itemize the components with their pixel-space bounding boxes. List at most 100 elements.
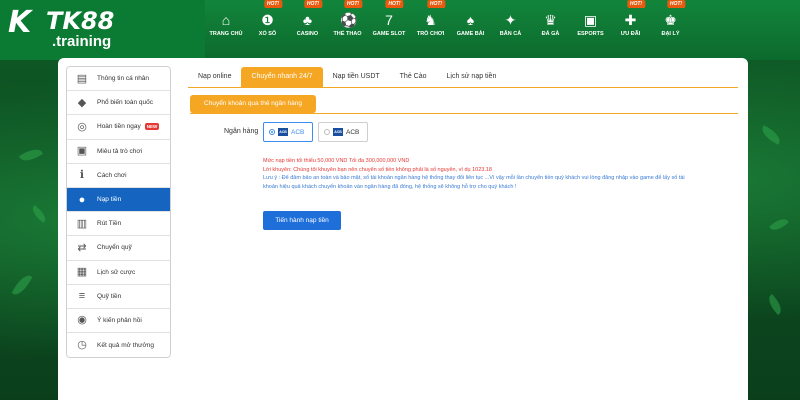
nav-item-label: GAME SLOT bbox=[372, 31, 406, 37]
chat-icon: ◉ bbox=[77, 314, 87, 327]
nav-item-label: BẮN CÁ bbox=[499, 31, 522, 37]
sub-tab-divider bbox=[190, 113, 738, 114]
info-icon: ℹ bbox=[79, 169, 85, 182]
nav-item[interactable]: ⌂ TRANG CHỦ bbox=[205, 0, 247, 60]
nav-item[interactable]: HOT! ✚ ƯU ĐÃI bbox=[611, 0, 650, 60]
sidebar-item-label: Chuyển quỹ bbox=[97, 244, 132, 252]
chess-icon: ♞ bbox=[424, 12, 437, 28]
radio-button[interactable] bbox=[269, 129, 275, 135]
logo-subtitle: .training bbox=[52, 33, 112, 50]
clock-icon: ◷ bbox=[77, 339, 87, 352]
bank-name: ACB bbox=[291, 128, 305, 136]
nav-item[interactable]: HOT! ♞ TRÒ CHƠI bbox=[411, 0, 450, 60]
sidebar: ▤ Thông tin cá nhân ◆ Phổ biến toàn quốc ◎ Ho… bbox=[58, 58, 178, 400]
coins-icon: ≡ bbox=[78, 290, 86, 303]
nav-item[interactable]: ♛ ĐÁ GÀ bbox=[531, 0, 570, 60]
bank-logo: ACB bbox=[333, 128, 343, 136]
sidebar-item[interactable]: ◉ Ý kiến phản hồi bbox=[67, 308, 170, 334]
nav-item-label: TRANG CHỦ bbox=[209, 31, 243, 37]
sidebar-item[interactable]: ◆ Phổ biến toàn quốc bbox=[67, 91, 170, 116]
sidebar-item[interactable]: ▥ Rút Tiền bbox=[67, 212, 170, 237]
sidebar-item-label: Rút Tiền bbox=[97, 220, 122, 228]
sidebar-item[interactable]: ● Nạp tiền bbox=[67, 187, 170, 213]
sidebar-item-label: Nạp tiền bbox=[97, 196, 122, 204]
leaf-decoration bbox=[769, 215, 789, 234]
cards-icon: ♠ bbox=[466, 12, 475, 28]
sidebar-item[interactable]: ⇄ Chuyển quỹ bbox=[67, 236, 170, 261]
top-header: K TK88 .training ⌂ TRANG CHỦ HOT! ❶ XỔ SỐ HOT… bbox=[0, 0, 800, 60]
sidebar-item-label: Phổ biến toàn quốc bbox=[97, 99, 154, 107]
bank-name: ACB bbox=[346, 128, 360, 136]
nav-item[interactable]: HOT! ♣ CASINO bbox=[288, 0, 327, 60]
casino-icon: ♣ bbox=[302, 12, 313, 28]
nav-item[interactable]: ✦ BẮN CÁ bbox=[491, 0, 530, 60]
sidebar-item-label: Quỹ tiền bbox=[97, 292, 122, 300]
new-badge: NEW bbox=[144, 123, 160, 131]
nav-item[interactable]: ▣ ESPORTS bbox=[571, 0, 610, 60]
home-icon: ⌂ bbox=[221, 12, 231, 28]
withdraw-icon: ▥ bbox=[76, 217, 88, 230]
sidebar-item[interactable]: ◷ Kết quả mở thưởng bbox=[67, 333, 170, 358]
leaf-decoration bbox=[758, 125, 784, 145]
leaf-decoration bbox=[11, 272, 33, 298]
nav-item-label: ĐẠI LÝ bbox=[661, 31, 680, 37]
hot-badge: HOT! bbox=[626, 0, 646, 8]
leaf-decoration bbox=[18, 145, 44, 165]
logo-mark: K bbox=[8, 5, 32, 40]
soccer-icon: ⚽ bbox=[340, 12, 358, 28]
hot-badge: HOT! bbox=[426, 0, 446, 8]
sub-tab-bank-transfer[interactable]: Chuyển khoản qua thẻ ngân hàng bbox=[190, 95, 316, 113]
history-icon: ▦ bbox=[76, 266, 88, 279]
transfer-icon: ⇄ bbox=[77, 241, 87, 254]
sidebar-item[interactable]: ▣ Miêu tả trò chơi bbox=[67, 139, 170, 164]
sidebar-item-label: Thông tin cá nhân bbox=[97, 75, 150, 83]
nav-item[interactable]: ♠ GAME BÀI bbox=[451, 0, 490, 60]
nav-item-label: TRÒ CHƠI bbox=[416, 31, 445, 37]
hot-badge: HOT! bbox=[343, 0, 363, 8]
hot-badge: HOT! bbox=[303, 0, 323, 8]
deposit-tabs: Nạp online Chuyển nhanh 24/7 Nạp tiền USDT… bbox=[188, 67, 506, 87]
bank-option[interactable]: ACB ACB bbox=[318, 122, 368, 142]
main-nav: ⌂ TRANG CHỦ HOT! ❶ XỔ SỐ HOT! ♣ CASINO HOT! ⚽ THỂ … bbox=[205, 0, 691, 60]
deposit-tab[interactable]: Nạp tiền USDT bbox=[323, 67, 390, 87]
nav-item[interactable]: HOT! ⚽ THỂ THAO bbox=[328, 0, 367, 60]
deposit-tab[interactable]: Lịch sử nạp tiền bbox=[437, 67, 507, 87]
fish-icon: ✦ bbox=[504, 12, 517, 28]
sidebar-item[interactable]: ▤ Thông tin cá nhân bbox=[67, 67, 170, 92]
gamepad-icon: ▣ bbox=[76, 145, 88, 158]
leaf-decoration bbox=[29, 205, 49, 223]
nav-item-label: ESPORTS bbox=[577, 31, 604, 37]
nav-item[interactable]: HOT! ❶ XỔ SỐ bbox=[248, 0, 287, 60]
gift-icon: ✚ bbox=[624, 12, 637, 28]
sidebar-item-label: Ý kiến phản hồi bbox=[97, 316, 142, 324]
deposit-tab[interactable]: Nạp online bbox=[188, 67, 241, 87]
sidebar-item[interactable]: ◎ Hoàn tiền ngay NEW bbox=[67, 115, 170, 140]
diamond-icon: ◆ bbox=[77, 96, 87, 109]
deposit-tab[interactable]: Chuyển nhanh 24/7 bbox=[241, 67, 323, 87]
deposit-tab[interactable]: Thẻ Cào bbox=[390, 67, 437, 87]
nav-item-label: ĐÁ GÀ bbox=[541, 31, 560, 37]
bank-label: Ngân hàng bbox=[224, 128, 259, 135]
sidebar-item[interactable]: ≡ Quỹ tiền bbox=[67, 284, 170, 309]
deposit-notes: Mức nạp tiền tối thiểu 50,000 VND Tối đa… bbox=[263, 157, 733, 191]
sidebar-item-label: Miêu tả trò chơi bbox=[97, 147, 143, 155]
nav-item-label: THỂ THAO bbox=[333, 31, 362, 37]
nav-item-label: ƯU ĐÃI bbox=[620, 31, 641, 37]
hot-badge: HOT! bbox=[263, 0, 283, 8]
nav-item[interactable]: HOT! 7 GAME SLOT bbox=[368, 0, 410, 60]
sidebar-item-label: Lịch sử cược bbox=[97, 268, 136, 276]
radio-button[interactable] bbox=[324, 129, 330, 135]
nav-item[interactable]: HOT! ♚ ĐẠI LÝ bbox=[651, 0, 690, 60]
submit-deposit-button[interactable]: Tiến hành nạp tiền bbox=[263, 211, 341, 230]
warning-note: Mức nạp tiền tối thiểu 50,000 VND Tối đa… bbox=[263, 158, 410, 164]
sidebar-item[interactable]: ▦ Lịch sử cược bbox=[67, 260, 170, 285]
sidebar-item[interactable]: ℹ Cách chơi bbox=[67, 163, 170, 188]
warning-note: Lời khuyên: Chúng tôi khuyên bạn nên chu… bbox=[263, 166, 492, 173]
sidebar-item-label: Kết quả mở thưởng bbox=[97, 341, 154, 349]
hot-badge: HOT! bbox=[666, 0, 686, 8]
piggy-bank-icon: ● bbox=[78, 193, 86, 206]
logo[interactable]: K TK88 .training bbox=[0, 0, 205, 60]
bank-option[interactable]: ACB ACB bbox=[263, 122, 313, 142]
agent-icon: ♚ bbox=[664, 12, 677, 28]
main-panel: Nạp online Chuyển nhanh 24/7 Nạp tiền USDT… bbox=[178, 58, 748, 400]
